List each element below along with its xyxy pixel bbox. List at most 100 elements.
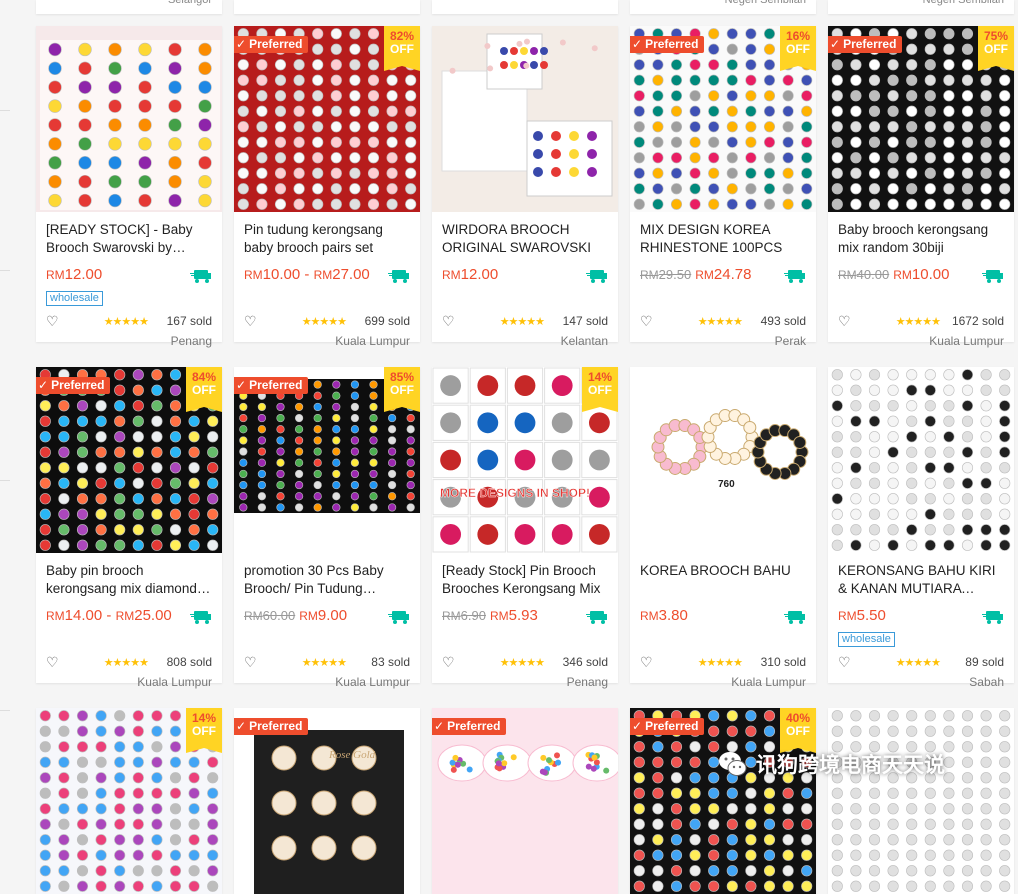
heart-icon[interactable]: ♡ [46,655,59,669]
product-card[interactable]: ✓ Preferred 16% OFF MIX DESIGN KOREA RHINEST… [630,26,816,348]
previous-row-card[interactable]: Negeri Sembilan [828,0,1014,14]
preferred-badge: ✓ Preferred [36,377,111,394]
product-thumbnail[interactable]: ✓ Preferred 85% OFF [234,367,420,553]
rating-stars: ★★★★★ [499,316,545,328]
location-label: Selangor [167,0,212,6]
price-row: RM60.00 RM9.00 [244,607,410,627]
sold-count: 346 sold [562,655,608,669]
price-row: RM12.00 [46,266,212,286]
price-row: RM12.00 [442,266,608,286]
current-price: RM14.00 - RM25.00 [46,607,172,624]
discount-badge: 75% OFF [978,26,1014,71]
heart-icon[interactable]: ♡ [442,314,455,328]
preferred-label: Preferred [249,719,303,733]
currency: RM [640,268,659,282]
rating-stars: ★★★★★ [301,657,347,669]
product-thumbnail[interactable] [36,26,222,212]
seller-location: Kuala Lumpur [335,334,410,348]
product-card[interactable]: MORE DESIGNS IN SHOP! 14% OFF [Ready Stock]… [432,367,618,689]
original-price-value: 60.00 [262,608,296,623]
preferred-badge: ✓ Preferred [630,718,705,735]
heart-icon[interactable]: ♡ [46,314,59,328]
product-card[interactable]: ✓ Preferred 75% OFF Baby brooch kerongsang m… [828,26,1014,348]
previous-row-card[interactable]: Negeri Sembilan [630,0,816,14]
product-image: 760 [630,367,816,553]
product-image [432,708,618,894]
current-price: RM12.00 [442,266,498,283]
product-thumbnail[interactable]: MORE DESIGNS IN SHOP! 14% OFF [432,367,618,553]
product-card[interactable] [828,708,1014,894]
discount-badge: 14% OFF [582,367,618,412]
free-shipping-icon [784,270,805,283]
product-name[interactable]: Baby brooch kerongsang mix random 30biji [838,221,1004,257]
product-card[interactable]: Rose Gold ✓ Preferred [234,708,420,894]
price-value: 12.00 [64,266,103,283]
product-thumbnail[interactable]: ✓ Preferred 16% OFF [630,26,816,212]
product-name[interactable]: WIRDORA BROOCH ORIGINAL SWAROVSKI [442,221,608,257]
heart-icon[interactable]: ♡ [244,314,257,328]
product-name[interactable]: promotion 30 Pcs Baby Brooch/ Pin Tudung… [244,562,410,598]
product-thumbnail[interactable]: 14% OFF [36,708,222,894]
product-name[interactable]: KERONSANG BAHU KIRI & KANAN MUTIARA SABA… [838,562,1004,598]
product-stats: ♡ ★★★★★ 346 sold [442,655,608,671]
product-image: Rose Gold [234,708,420,894]
product-thumbnail[interactable] [432,26,618,212]
location-label: Negeri Sembilan [922,0,1004,6]
heart-icon[interactable]: ♡ [442,655,455,669]
product-card[interactable]: ✓ Preferred [432,708,618,894]
wechat-icon [719,752,747,776]
preferred-label: Preferred [645,719,699,733]
rating-stars: ★★★★★ [697,657,743,669]
product-image [828,708,1014,894]
current-price: RM10.00 - RM27.00 [244,266,370,283]
product-thumbnail[interactable] [828,367,1014,553]
heart-icon[interactable]: ♡ [640,314,653,328]
free-shipping-icon [784,611,805,624]
product-name[interactable]: KOREA BROOCH BAHU [640,562,806,598]
seller-location: Penang [170,334,212,348]
product-card[interactable]: [READY STOCK] - Baby Brooch Swarovski by… [36,26,222,348]
current-price: RM24.78 [695,266,751,283]
seller-location: Kelantan [560,334,608,348]
preferred-badge: ✓ Preferred [234,377,309,394]
price-row: RM40.00 RM10.00 [838,266,1004,286]
product-name[interactable]: [READY STOCK] - Baby Brooch Swarovski by… [46,221,212,257]
check-icon: ✓ [632,719,643,733]
product-card[interactable]: ✓ Preferred 84% OFF Baby pin brooch kerongsa… [36,367,222,689]
product-card[interactable]: ✓ Preferred 85% OFF promotion 30 Pcs Baby Br… [234,367,420,689]
product-card[interactable]: 14% OFF [36,708,222,894]
heart-icon[interactable]: ♡ [640,655,653,669]
product-card[interactable]: ✓ Preferred 82% OFF Pin tudung kerongsang ba… [234,26,420,348]
product-name[interactable]: Baby pin brooch kerongsang mix diamond s… [46,562,212,598]
product-thumbnail[interactable]: ✓ Preferred [432,708,618,894]
product-thumbnail[interactable]: ✓ Preferred 40% OFF [630,708,816,894]
check-icon: ✓ [38,378,49,392]
product-thumbnail[interactable]: ✓ Preferred 84% OFF [36,367,222,553]
product-card[interactable]: KERONSANG BAHU KIRI & KANAN MUTIARA SABA… [828,367,1014,689]
product-thumbnail[interactable]: ✓ Preferred 75% OFF [828,26,1014,212]
currency: RM [695,268,714,282]
product-name[interactable]: MIX DESIGN KOREA RHINESTONE 100PCS [640,221,806,257]
product-card[interactable]: 760 KOREA BROOCH BAHU RM3.80 ♡ ★★★★★ 310 sold… [630,367,816,689]
heart-icon[interactable]: ♡ [244,655,257,669]
preferred-badge: ✓ Preferred [630,36,705,53]
heart-icon[interactable]: ♡ [838,314,851,328]
preferred-badge: ✓ Preferred [234,36,309,53]
previous-row-card[interactable] [234,0,420,14]
currency: RM [640,609,659,623]
product-info: Pin tudung kerongsang baby brooch pairs … [234,212,420,348]
previous-row-card[interactable] [432,0,618,14]
product-card[interactable]: WIRDORA BROOCH ORIGINAL SWAROVSKI RM12.00… [432,26,618,348]
product-thumbnail[interactable]: ✓ Preferred 82% OFF [234,26,420,212]
check-icon: ✓ [632,37,643,51]
product-card[interactable]: ✓ Preferred 40% OFF [630,708,816,894]
heart-icon[interactable]: ♡ [838,655,851,669]
product-thumbnail[interactable]: Rose Gold ✓ Preferred [234,708,420,894]
product-thumbnail[interactable] [828,708,1014,894]
product-thumbnail[interactable]: 760 [630,367,816,553]
product-name[interactable]: [Ready Stock] Pin Brooch Brooches Kerong… [442,562,608,598]
original-price: RM40.00 [838,267,889,282]
product-name[interactable]: Pin tudung kerongsang baby brooch pairs … [244,221,410,257]
previous-row-card[interactable]: Selangor [36,0,222,14]
product-info: KOREA BROOCH BAHU RM3.80 ♡ ★★★★★ 310 sold Kua… [630,553,816,689]
